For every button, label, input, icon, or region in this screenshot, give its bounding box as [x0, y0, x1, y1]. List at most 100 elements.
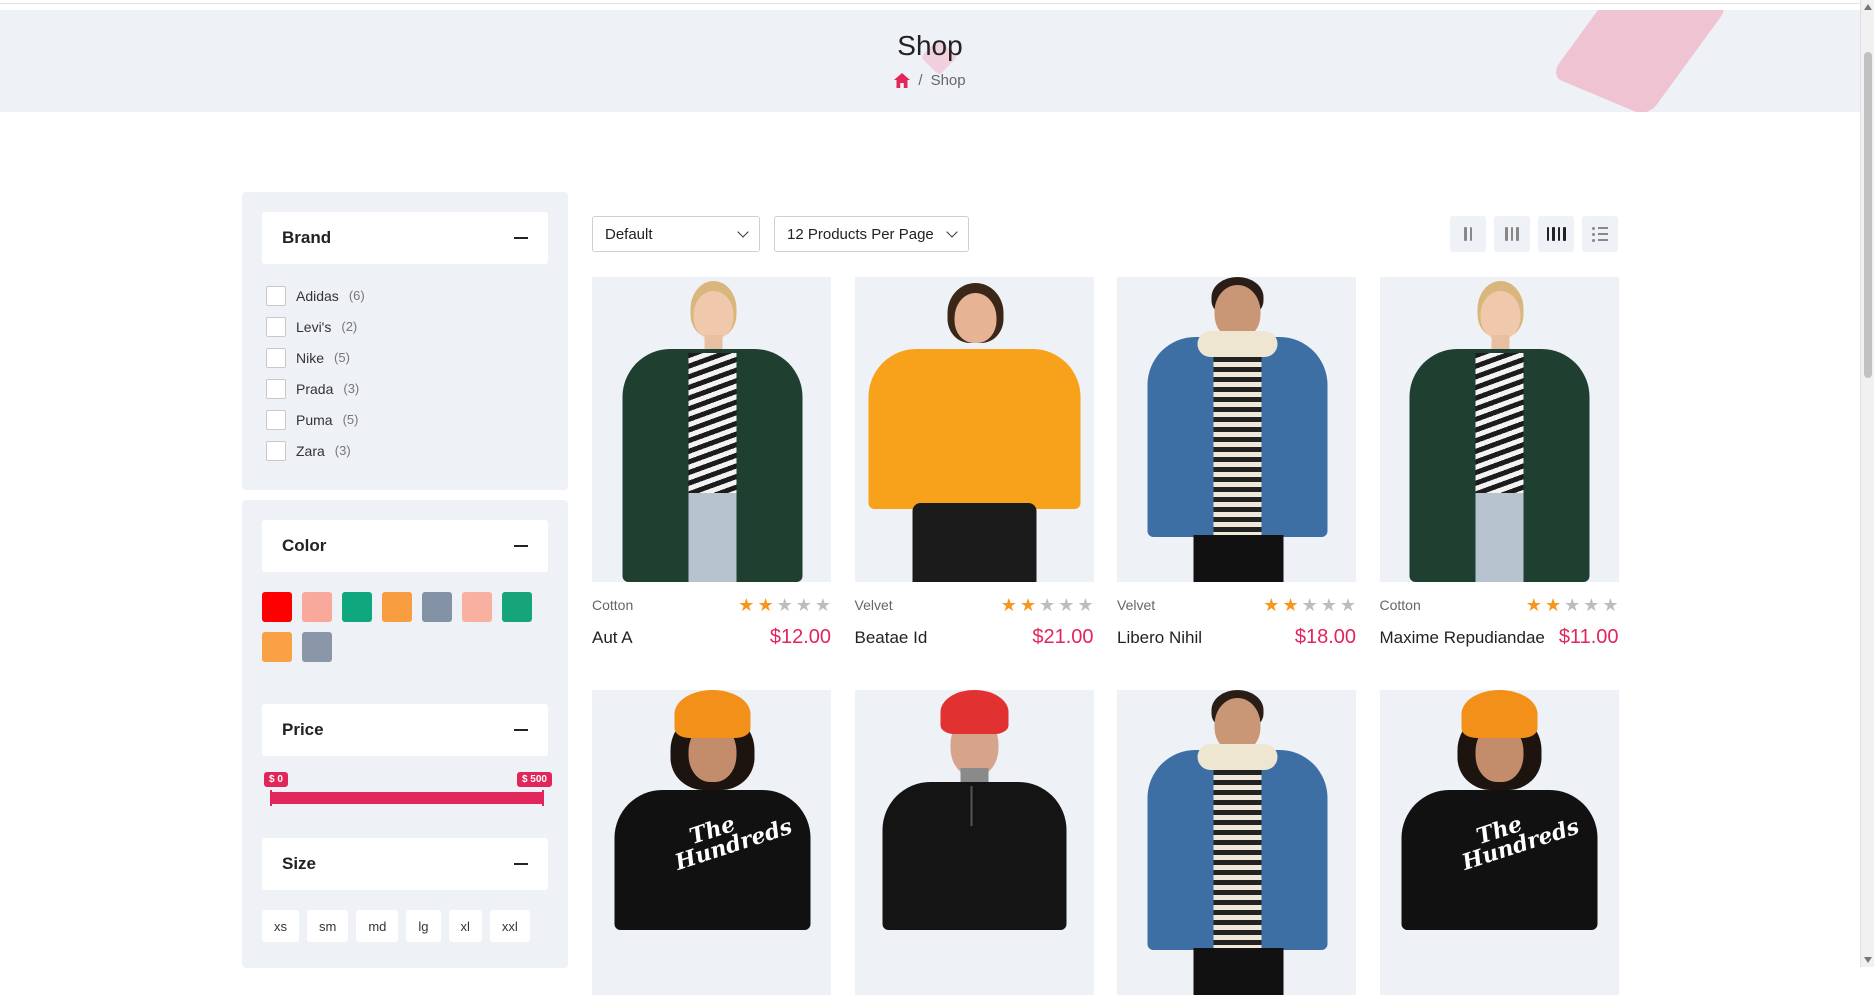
color-swatch[interactable]: [342, 592, 372, 622]
product-card[interactable]: Velvet ★ ★ ★ ★ ★ Beatae Id $21.00: [854, 277, 1094, 649]
product-rating: ★ ★ ★ ★ ★: [1263, 596, 1356, 614]
price-max-handle[interactable]: [542, 790, 544, 806]
collapse-icon[interactable]: [514, 545, 528, 547]
product-card[interactable]: [854, 690, 1094, 995]
color-swatch[interactable]: [302, 632, 332, 662]
brand-option[interactable]: Prada (3): [266, 373, 365, 404]
star-icon: ★: [1564, 595, 1581, 615]
browser-top-edge: [0, 0, 1860, 4]
brand-option[interactable]: Levi's (2): [266, 311, 365, 342]
star-icon: ★: [1039, 595, 1056, 615]
grid-4-icon[interactable]: [1538, 216, 1574, 252]
size-option[interactable]: xxl: [489, 910, 530, 942]
product-category: Velvet: [1117, 597, 1156, 613]
product-name[interactable]: Maxime Repudiandae: [1380, 628, 1545, 648]
product-card[interactable]: Velvet ★ ★ ★ ★ ★ Libero Nihil $18.00: [1117, 277, 1356, 649]
product-card[interactable]: The Hundreds: [1379, 690, 1619, 995]
color-swatch[interactable]: [262, 632, 292, 662]
collapse-icon[interactable]: [514, 237, 528, 239]
page-banner: Shop / Shop: [0, 10, 1860, 112]
page-scrollbar[interactable]: [1860, 0, 1874, 967]
size-filter-title: Size: [282, 854, 317, 873]
scroll-down-icon[interactable]: [1864, 957, 1872, 963]
sort-select[interactable]: Default: [592, 216, 760, 252]
brand-option[interactable]: Adidas (6): [266, 280, 365, 311]
brand-checkbox[interactable]: [266, 440, 286, 461]
brand-count: (6): [348, 288, 365, 303]
brand-label: Nike: [296, 349, 325, 366]
per-page-select[interactable]: 12 Products Per Page: [774, 216, 969, 252]
brand-checkbox[interactable]: [266, 316, 286, 337]
product-image[interactable]: [854, 277, 1094, 582]
brand-label: Zara: [296, 442, 325, 459]
product-image[interactable]: [854, 690, 1094, 995]
price-range-slider[interactable]: $ 0 $ 500: [264, 772, 552, 812]
price-range-track: [270, 792, 544, 804]
color-filter-title: Color: [282, 536, 327, 555]
product-rating: ★ ★ ★ ★ ★: [738, 596, 831, 614]
collapse-icon[interactable]: [514, 863, 528, 865]
brand-checkbox[interactable]: [266, 285, 286, 306]
color-swatch[interactable]: [382, 592, 412, 622]
product-image[interactable]: The Hundreds: [1379, 690, 1619, 995]
star-icon: ★: [776, 595, 793, 615]
product-image[interactable]: [592, 277, 831, 582]
brand-checkbox[interactable]: [266, 409, 286, 430]
brand-filter-header[interactable]: Brand: [262, 212, 548, 264]
brand-option[interactable]: Zara (3): [266, 435, 365, 466]
brand-option[interactable]: Puma (5): [266, 404, 365, 435]
star-icon: ★: [1058, 595, 1075, 615]
list-icon[interactable]: [1582, 216, 1618, 252]
product-card[interactable]: [1117, 690, 1356, 995]
breadcrumb: / Shop: [0, 72, 1860, 89]
product-card[interactable]: The Hundreds: [592, 690, 831, 995]
brand-checkbox[interactable]: [266, 378, 286, 399]
star-icon: ★: [1544, 595, 1562, 615]
size-filter-header[interactable]: Size: [262, 838, 548, 890]
size-option[interactable]: xs: [262, 910, 299, 942]
brand-option[interactable]: Nike (5): [266, 342, 365, 373]
product-card[interactable]: Cotton ★ ★ ★ ★ ★ Maxime Repudiandae $11.00: [1379, 277, 1619, 649]
product-image[interactable]: [1117, 690, 1356, 995]
color-filter-header[interactable]: Color: [262, 520, 548, 572]
grid-3-icon[interactable]: [1494, 216, 1530, 252]
product-image[interactable]: The Hundreds: [592, 690, 831, 995]
star-icon: ★: [757, 595, 774, 615]
brand-checkbox[interactable]: [266, 347, 286, 368]
product-card[interactable]: Cotton ★ ★ ★ ★ ★ Aut A $12.00: [592, 277, 831, 649]
product-name[interactable]: Libero Nihil: [1117, 628, 1202, 648]
star-icon: ★: [1602, 595, 1619, 615]
price-filter-header[interactable]: Price: [262, 704, 548, 756]
price-min-label: $ 0: [264, 772, 288, 787]
product-name[interactable]: Beatae Id: [855, 628, 928, 648]
breadcrumb-separator: /: [918, 72, 923, 89]
color-swatch[interactable]: [302, 592, 332, 622]
color-swatch[interactable]: [502, 592, 532, 622]
star-icon: ★: [738, 595, 755, 615]
product-rating: ★ ★ ★ ★ ★: [1001, 596, 1094, 614]
price-min-handle[interactable]: [270, 790, 272, 806]
collapse-icon[interactable]: [514, 729, 528, 731]
scrollbar-thumb[interactable]: [1864, 52, 1872, 378]
product-image[interactable]: [1379, 277, 1619, 582]
star-icon: ★: [1301, 595, 1318, 615]
color-swatch[interactable]: [262, 592, 292, 622]
size-option[interactable]: sm: [307, 910, 349, 942]
brand-label: Levi's: [296, 318, 332, 335]
price-filter-title: Price: [282, 720, 324, 739]
brand-count: (2): [341, 319, 358, 334]
product-toolbar: Default 12 Products Per Page: [592, 216, 1618, 254]
product-price: $21.00: [1032, 626, 1094, 648]
size-option[interactable]: lg: [406, 910, 441, 942]
home-icon[interactable]: [894, 73, 911, 88]
brand-count: (5): [334, 350, 350, 365]
scroll-up-icon[interactable]: [1864, 4, 1872, 10]
star-icon: ★: [1525, 595, 1542, 615]
grid-2-icon[interactable]: [1450, 216, 1486, 252]
color-swatch[interactable]: [422, 592, 452, 622]
size-option[interactable]: xl: [448, 910, 482, 942]
size-option[interactable]: md: [356, 910, 399, 942]
product-image[interactable]: [1117, 277, 1356, 582]
color-swatch[interactable]: [462, 592, 492, 622]
product-name[interactable]: Aut A: [592, 628, 633, 648]
